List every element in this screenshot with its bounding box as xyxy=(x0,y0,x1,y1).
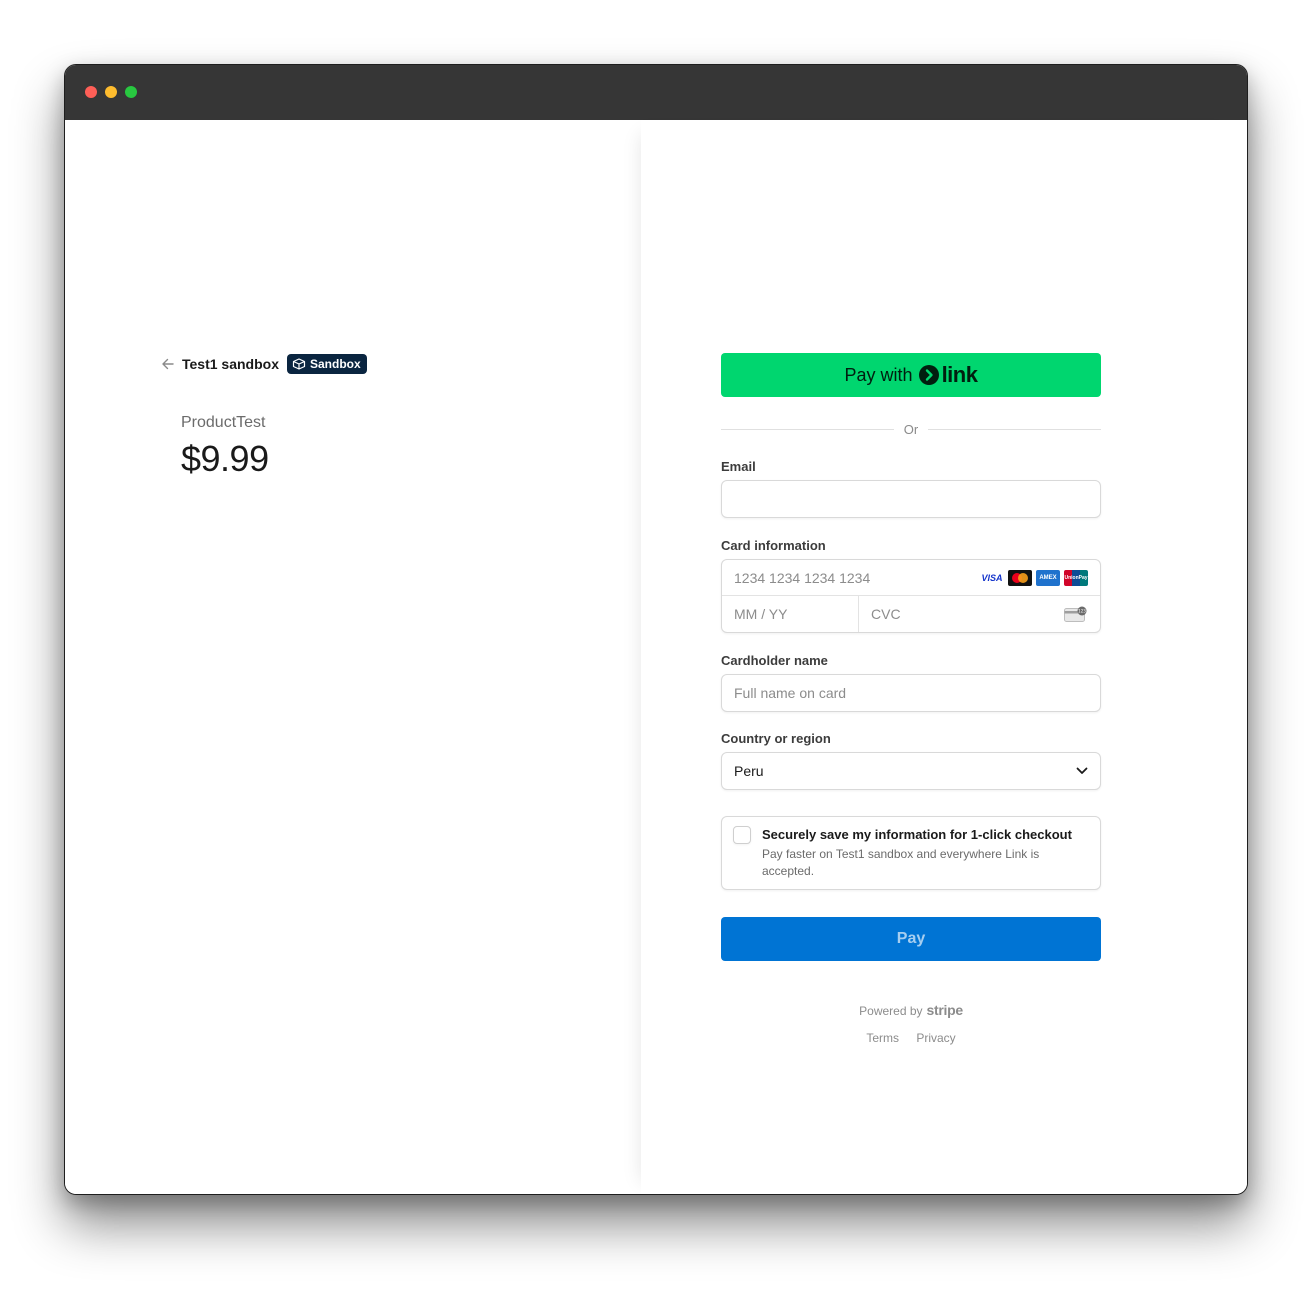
cvc-input[interactable] xyxy=(859,596,1064,632)
save-info-checkbox[interactable] xyxy=(733,826,751,844)
close-window-button[interactable] xyxy=(85,86,97,98)
email-input[interactable] xyxy=(721,480,1101,518)
footer-links: Terms Privacy xyxy=(721,1031,1101,1045)
mastercard-icon xyxy=(1008,569,1032,586)
back-arrow-icon[interactable] xyxy=(161,357,175,371)
payment-form: Pay with link Or Email Card information … xyxy=(721,353,1102,1045)
email-label: Email xyxy=(721,459,756,474)
email-section: Email xyxy=(721,459,1101,518)
privacy-link[interactable]: Privacy xyxy=(916,1031,955,1045)
card-input-group: VISA AMEX UnionPay xyxy=(721,559,1101,633)
pay-button-label: Pay xyxy=(896,930,926,947)
expiry-cell xyxy=(722,596,859,632)
link-button-prefix: Pay with xyxy=(844,364,913,385)
checkout-page: Test1 sandbox Sandbox ProductTest $9.99 … xyxy=(65,120,1247,1194)
divider-line-left xyxy=(721,428,894,430)
box-icon xyxy=(292,358,306,370)
visa-icon: VISA xyxy=(980,569,1004,586)
maximize-window-button[interactable] xyxy=(125,86,137,98)
stripe-logo: stripe xyxy=(926,1002,964,1018)
card-expiry-cvc-row: 123 xyxy=(722,596,1100,632)
link-brand-text: link xyxy=(941,362,978,387)
save-info-box[interactable]: Securely save my information for 1-click… xyxy=(721,816,1101,890)
footer: Powered by stripe Terms Privacy xyxy=(721,1002,1101,1045)
country-select-wrapper: Peru xyxy=(721,752,1101,790)
divider-line-right xyxy=(928,428,1102,430)
sandbox-badge: Sandbox xyxy=(287,354,367,374)
product-name: ProductTest xyxy=(181,414,266,431)
country-select-value: Peru xyxy=(734,763,764,779)
browser-window: Test1 sandbox Sandbox ProductTest $9.99 … xyxy=(64,64,1248,1195)
terms-link[interactable]: Terms xyxy=(866,1031,899,1045)
minimize-window-button[interactable] xyxy=(105,86,117,98)
sandbox-badge-label: Sandbox xyxy=(310,357,361,371)
cvc-card-icon: 123 xyxy=(1064,606,1088,622)
amex-icon: AMEX xyxy=(1036,569,1060,586)
cardholder-name-input[interactable] xyxy=(721,674,1101,712)
svg-text:123: 123 xyxy=(1078,609,1086,614)
pay-with-link-button[interactable]: Pay with link xyxy=(721,353,1101,397)
save-info-title: Securely save my information for 1-click… xyxy=(762,827,1072,842)
link-logo: link xyxy=(918,362,978,388)
product-price: $9.99 xyxy=(181,438,269,479)
order-summary-pane: Test1 sandbox Sandbox ProductTest $9.99 xyxy=(65,120,641,1194)
card-number-input[interactable] xyxy=(722,560,980,595)
country-select[interactable]: Peru xyxy=(721,752,1101,790)
card-info-label: Card information xyxy=(721,538,826,553)
card-section: Card information VISA AMEX UnionPay xyxy=(721,538,1101,633)
merchant-header[interactable]: Test1 sandbox Sandbox xyxy=(161,353,367,375)
card-number-row: VISA AMEX UnionPay xyxy=(722,560,1100,596)
save-info-subtitle: Pay faster on Test1 sandbox and everywhe… xyxy=(762,847,1040,878)
merchant-name[interactable]: Test1 sandbox xyxy=(182,356,279,372)
country-label: Country or region xyxy=(721,731,831,746)
or-divider: Or xyxy=(721,421,1102,437)
divider-text: Or xyxy=(903,421,919,437)
powered-by-stripe[interactable]: Powered by stripe xyxy=(859,1002,963,1018)
payment-pane: Pay with link Or Email Card information … xyxy=(641,120,1247,1194)
cardholder-section: Cardholder name xyxy=(721,653,1101,712)
link-chevron-icon xyxy=(918,365,939,385)
card-brands: VISA AMEX UnionPay xyxy=(980,569,1100,586)
cardholder-label: Cardholder name xyxy=(721,653,828,668)
unionpay-icon: UnionPay xyxy=(1064,569,1088,586)
powered-by-text: Powered by xyxy=(859,1004,923,1018)
cvc-cell: 123 xyxy=(859,596,1100,632)
chevron-down-icon xyxy=(1076,767,1088,774)
expiry-input[interactable] xyxy=(722,596,858,632)
window-titlebar xyxy=(65,65,1247,120)
country-section: Country or region Peru xyxy=(721,731,1101,790)
pay-button[interactable]: Pay xyxy=(721,917,1101,961)
